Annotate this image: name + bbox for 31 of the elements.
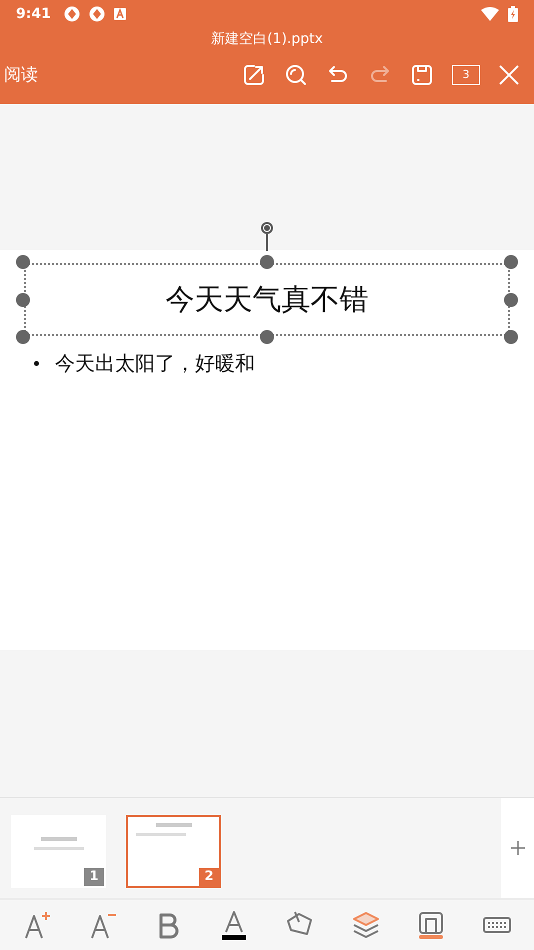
resize-handle[interactable] [504, 255, 518, 269]
aperture-icon [64, 6, 80, 22]
resize-handle[interactable] [260, 255, 274, 269]
resize-handle[interactable] [504, 330, 518, 344]
resize-handle[interactable] [16, 255, 30, 269]
resize-handle[interactable] [260, 330, 274, 344]
slide-count-button[interactable]: 3 [452, 64, 480, 84]
resize-handle[interactable] [16, 330, 30, 344]
close-icon[interactable] [498, 64, 520, 86]
slide-thumbnail[interactable]: 2 [126, 815, 221, 888]
font-app-icon [114, 8, 126, 20]
bullet-text: 今天出太阳了，好暖和 [55, 350, 255, 377]
slide-number: 1 [84, 868, 104, 886]
resize-handle[interactable] [504, 292, 518, 306]
title-text-box[interactable]: 今天天气真不错 [16, 255, 518, 344]
save-icon[interactable] [410, 62, 434, 86]
bullet-icon [34, 361, 39, 366]
slide-title: 今天天气真不错 [166, 280, 368, 318]
search-icon[interactable] [284, 62, 308, 86]
document-title: 新建空白(1).pptx [210, 30, 324, 49]
slide-thumbnail[interactable]: 1 [11, 815, 106, 888]
wifi-icon [481, 6, 499, 20]
read-mode-button[interactable]: 阅读 [4, 63, 38, 86]
slide-number: 2 [199, 868, 219, 886]
share-icon[interactable] [242, 62, 266, 86]
status-time: 9:41 [16, 6, 51, 22]
resize-handle[interactable] [16, 292, 30, 306]
layers-icon[interactable] [350, 910, 381, 940]
aperture-icon [88, 6, 105, 22]
battery-icon [508, 6, 518, 22]
add-slide-icon[interactable] [510, 841, 524, 855]
